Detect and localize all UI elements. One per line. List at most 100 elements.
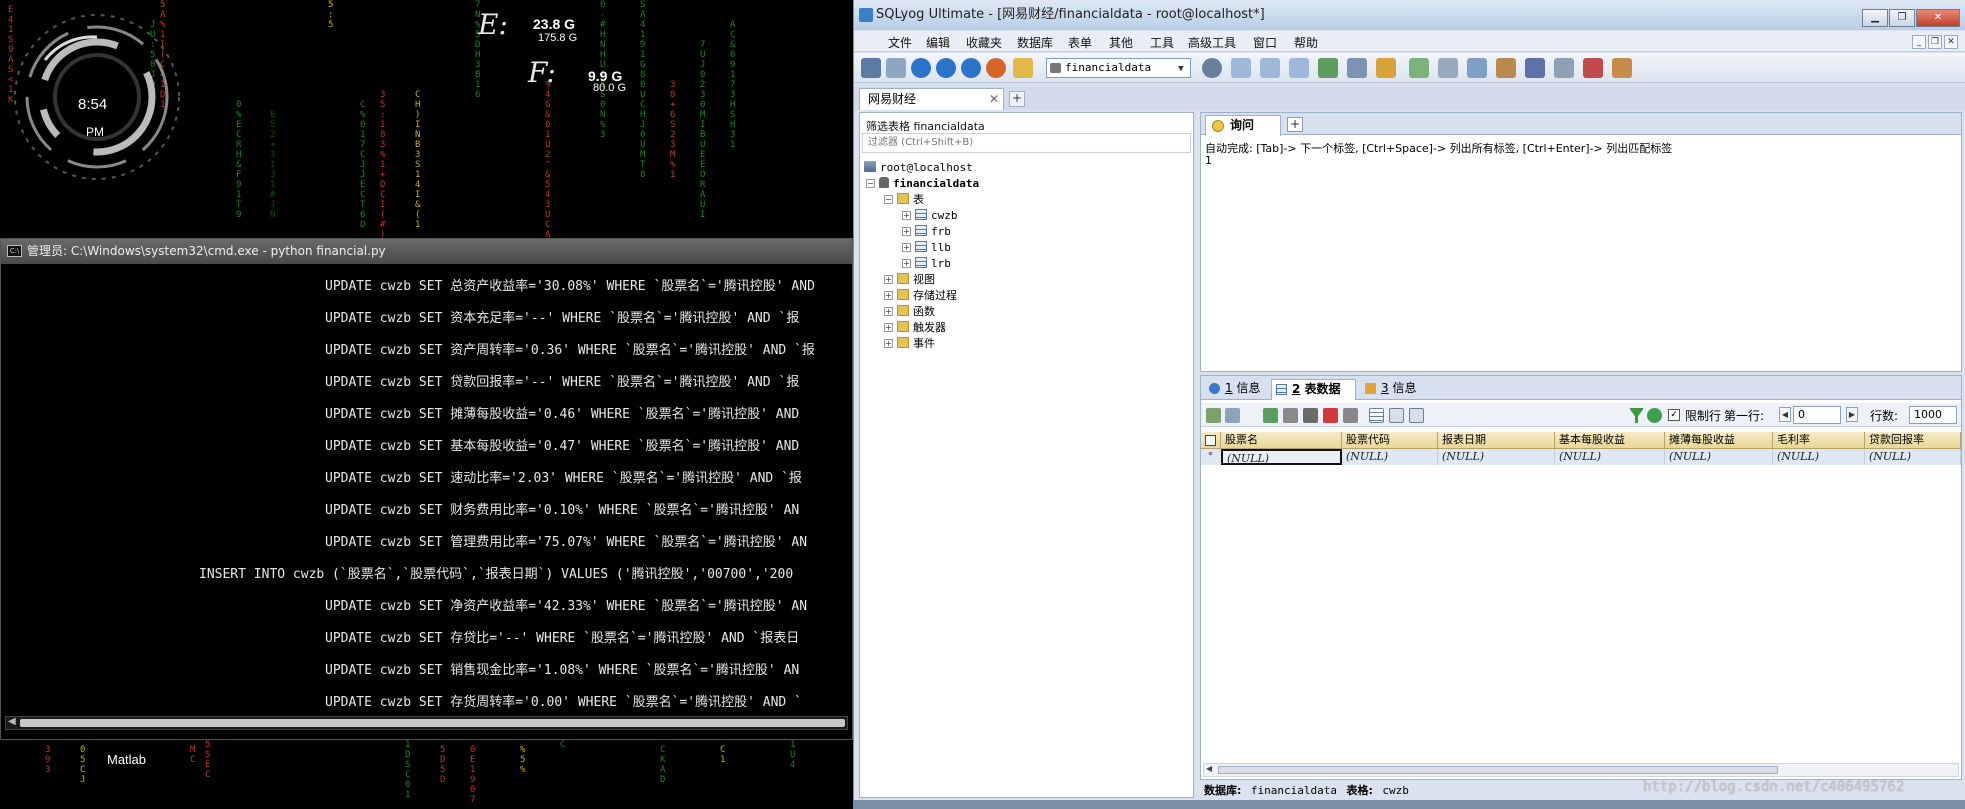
menu-table[interactable]: 表单 <box>1068 34 1092 51</box>
grid-cell[interactable]: (NULL) <box>1773 449 1865 465</box>
column-header[interactable]: 股票代码 <box>1342 432 1438 449</box>
matlab-shortcut-label[interactable]: Matlab <box>107 752 146 767</box>
cancel-changes-icon[interactable] <box>1343 408 1358 423</box>
refresh-icon[interactable] <box>1647 408 1662 423</box>
add-connection-tab-button[interactable]: + <box>1009 91 1025 107</box>
collapse-icon[interactable]: − <box>866 179 875 188</box>
new-connection-icon[interactable] <box>861 58 881 78</box>
designer-icon[interactable] <box>1612 58 1632 78</box>
user-manager-icon[interactable] <box>1202 58 1222 78</box>
notification-icon[interactable] <box>1554 58 1574 78</box>
text-view-icon[interactable] <box>1409 408 1424 423</box>
grid-cell[interactable]: (NULL) <box>1665 449 1773 465</box>
select-all-header[interactable] <box>1201 432 1221 449</box>
execute-query-icon[interactable] <box>911 58 931 78</box>
tree-functions-folder[interactable]: + 函数 <box>884 304 935 320</box>
tree-table-node[interactable]: + lrb <box>902 256 951 272</box>
collapse-icon[interactable]: − <box>884 195 893 204</box>
sync-icon[interactable] <box>1467 58 1487 78</box>
alter-table-icon[interactable] <box>1260 58 1280 78</box>
table-row[interactable]: * (NULL) (NULL) (NULL) (NULL) (NULL) (NU… <box>1201 449 1961 465</box>
grid-cell[interactable]: (NULL) <box>1221 449 1342 465</box>
chevron-down-icon[interactable]: ▼ <box>1174 60 1188 76</box>
form-view-icon[interactable] <box>1389 408 1404 423</box>
report-icon[interactable] <box>1583 58 1603 78</box>
menu-window[interactable]: 窗口 <box>1253 34 1277 51</box>
limit-rows-checkbox[interactable]: ✓ <box>1668 409 1680 421</box>
tree-tables-folder[interactable]: − 表 <box>884 192 924 208</box>
column-header[interactable]: 摊薄每股收益 <box>1665 432 1773 449</box>
tree-procedures-folder[interactable]: + 存储过程 <box>884 288 957 304</box>
expand-icon[interactable]: + <box>902 211 911 220</box>
execute-all-icon[interactable] <box>936 58 956 78</box>
export-icon[interactable] <box>1225 408 1240 423</box>
mdi-minimize-button[interactable]: _ <box>1912 35 1926 49</box>
duplicate-row-icon[interactable] <box>1283 408 1298 423</box>
expand-icon[interactable]: + <box>902 259 911 268</box>
next-page-icon[interactable]: ▶ <box>1846 407 1858 422</box>
expand-icon[interactable]: + <box>884 323 893 332</box>
query-tab[interactable]: 询问 <box>1205 115 1281 136</box>
expand-icon[interactable]: + <box>884 307 893 316</box>
grid-view-icon[interactable] <box>1369 408 1384 423</box>
grid-cell[interactable]: (NULL) <box>1342 449 1438 465</box>
tree-table-node[interactable]: + llb <box>902 240 951 256</box>
tab-info[interactable]: 3 信息 <box>1361 379 1423 400</box>
scroll-left-arrow-icon[interactable]: ◀ <box>8 716 16 727</box>
refresh-icon[interactable] <box>961 58 981 78</box>
tab-table-data[interactable]: 2 表数据 <box>1271 379 1356 400</box>
scroll-thumb[interactable] <box>20 719 845 727</box>
menu-advanced-tools[interactable]: 高级工具 <box>1188 34 1236 51</box>
cmd-window[interactable]: C:\ 管理员: C:\Windows\system32\cmd.exe - p… <box>0 238 853 740</box>
expand-icon[interactable]: + <box>902 227 911 236</box>
close-button[interactable]: ✕ <box>1916 9 1960 27</box>
tree-table-node[interactable]: + cwzb <box>902 208 958 224</box>
index-icon[interactable] <box>1376 58 1396 78</box>
add-query-tab-button[interactable]: + <box>1287 117 1303 132</box>
database-selector[interactable]: financialdata ▼ <box>1046 58 1191 78</box>
tree-database-node[interactable]: − financialdata <box>866 176 979 192</box>
expand-icon[interactable]: + <box>884 291 893 300</box>
backup-icon[interactable] <box>1409 58 1429 78</box>
tab-messages[interactable]: 1 信息 <box>1205 379 1267 400</box>
column-header[interactable]: 贷款回报率 <box>1865 432 1961 449</box>
menu-help[interactable]: 帮助 <box>1294 34 1318 51</box>
filter-icon[interactable] <box>1629 408 1644 423</box>
cmd-title-bar[interactable]: C:\ 管理员: C:\Windows\system32\cmd.exe - p… <box>1 239 852 264</box>
tree-server-node[interactable]: root@localhost <box>864 160 973 176</box>
schedule-icon[interactable] <box>1525 58 1545 78</box>
connection-tab[interactable]: 网易财经 ✕ <box>859 88 1004 110</box>
column-header[interactable]: 报表日期 <box>1438 432 1555 449</box>
first-row-input[interactable]: 0 <box>1793 406 1841 424</box>
connection-icon[interactable] <box>886 58 906 78</box>
menu-edit[interactable]: 编辑 <box>926 34 950 51</box>
tree-table-node[interactable]: + frb <box>902 224 951 240</box>
import-icon[interactable] <box>1289 58 1309 78</box>
minimize-button[interactable]: ▁ <box>1862 9 1888 27</box>
column-header[interactable]: 毛利率 <box>1773 432 1865 449</box>
cmd-horizontal-scrollbar[interactable]: ◀ <box>5 716 848 730</box>
scroll-thumb[interactable] <box>1218 766 1778 774</box>
copy-icon[interactable] <box>1303 408 1318 423</box>
sqlyog-title-bar[interactable]: SQLyog Ultimate - [网易财经/financialdata - … <box>854 0 1965 30</box>
menu-other[interactable]: 其他 <box>1109 34 1133 51</box>
expand-icon[interactable]: + <box>884 339 893 348</box>
stop-icon[interactable] <box>986 58 1006 78</box>
rows-input[interactable]: 1000 <box>1909 406 1957 424</box>
maximize-button[interactable]: ❐ <box>1889 9 1915 27</box>
sqlyog-window[interactable]: SQLyog Ultimate - [网易财经/financialdata - … <box>853 0 1965 809</box>
grid-horizontal-scrollbar[interactable]: ◀ <box>1203 763 1959 777</box>
insert-row-icon[interactable] <box>1206 408 1221 423</box>
query-builder-icon[interactable] <box>1013 58 1033 78</box>
mdi-restore-button[interactable]: ❐ <box>1928 35 1942 49</box>
menu-tools[interactable]: 工具 <box>1150 34 1174 51</box>
prev-page-icon[interactable]: ◀ <box>1779 407 1791 422</box>
table-data-icon[interactable] <box>1318 58 1338 78</box>
tree-triggers-folder[interactable]: + 触发器 <box>884 320 946 336</box>
grid-cell[interactable]: (NULL) <box>1438 449 1555 465</box>
restore-icon[interactable] <box>1438 58 1458 78</box>
column-header[interactable]: 股票名 <box>1221 432 1342 449</box>
tree-events-folder[interactable]: + 事件 <box>884 336 935 352</box>
column-header[interactable]: 基本每股收益 <box>1555 432 1665 449</box>
menu-file[interactable]: 文件 <box>888 34 912 51</box>
